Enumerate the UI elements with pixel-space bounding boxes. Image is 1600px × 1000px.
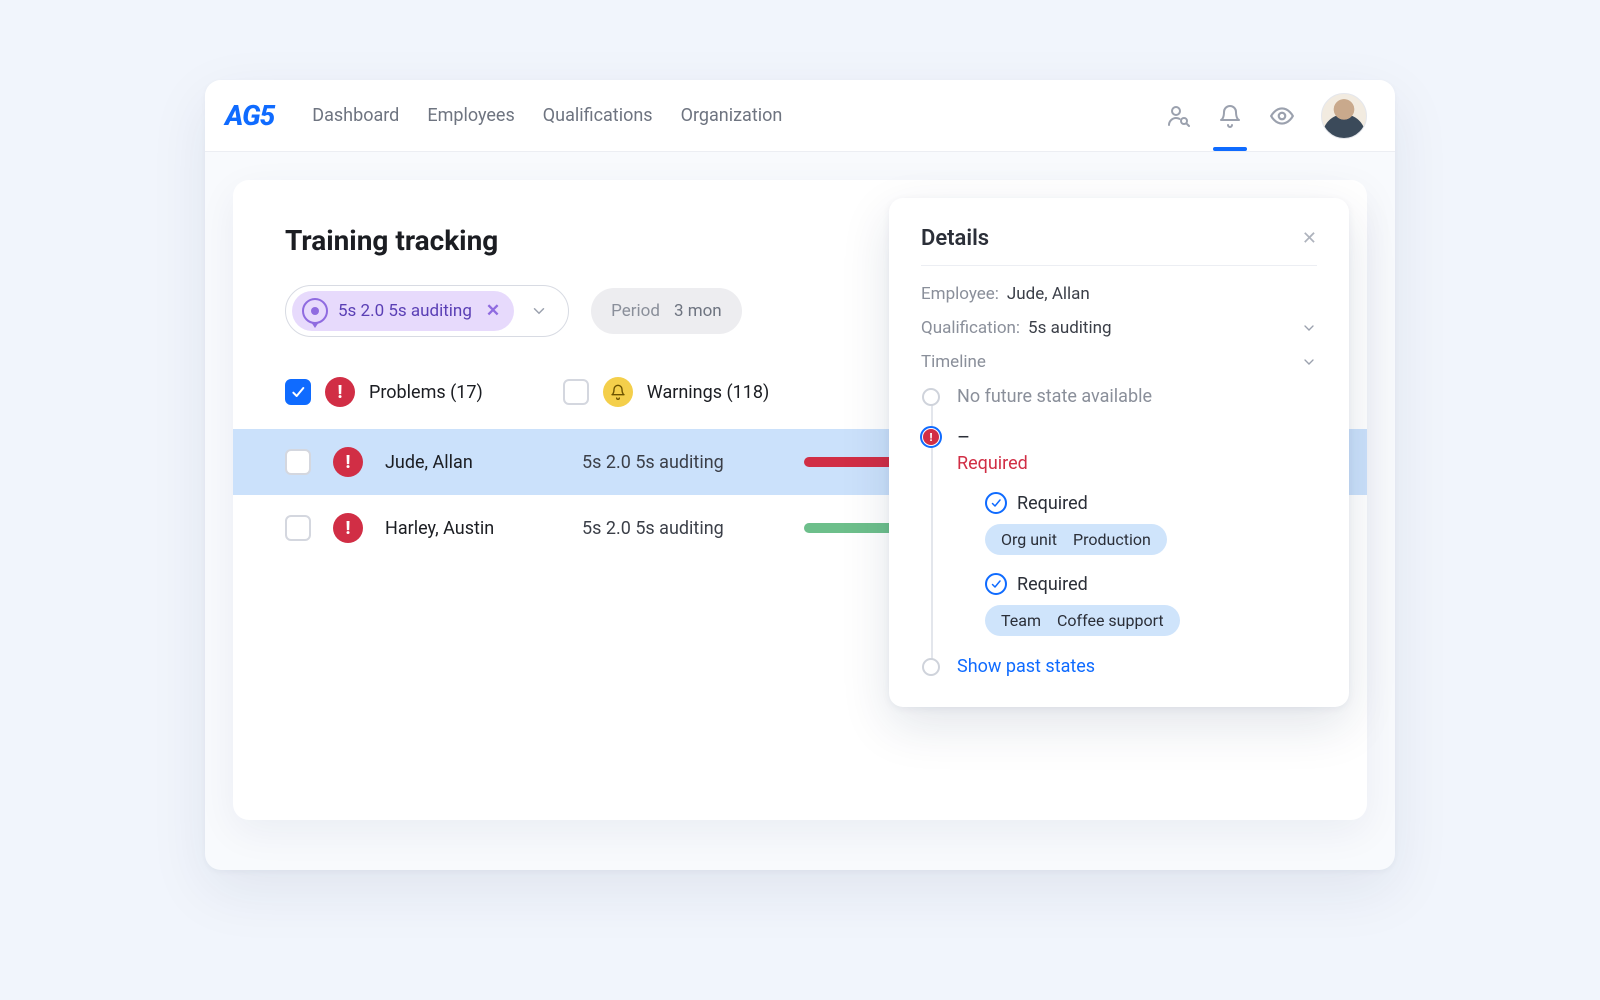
- details-qualification[interactable]: Qualification: 5s auditing: [921, 318, 1317, 338]
- chevron-down-icon[interactable]: [1301, 354, 1317, 370]
- row-name: Jude, Allan: [385, 452, 560, 473]
- row-qual: 5s 2.0 5s auditing: [582, 518, 782, 539]
- qualification-filter[interactable]: 5s 2.0 5s auditing ✕: [285, 285, 569, 337]
- requirement-label: Required: [1017, 493, 1088, 514]
- employee-label: Employee:: [921, 284, 999, 304]
- timeline-node-current: ! – Required Required Org unit Productio: [957, 427, 1317, 636]
- nav-employees[interactable]: Employees: [427, 105, 514, 126]
- period-label: Period: [611, 301, 660, 321]
- employee-value: Jude, Allan: [1007, 284, 1090, 304]
- exclamation-icon: !: [333, 447, 363, 477]
- nav-organization[interactable]: Organization: [681, 105, 783, 126]
- avatar[interactable]: [1321, 93, 1367, 139]
- tag-key: Team: [1001, 611, 1041, 630]
- user-search-icon[interactable]: [1165, 103, 1191, 129]
- tag-pill[interactable]: Org unit Production: [985, 524, 1167, 555]
- top-nav: AG5 Dashboard Employees Qualifications O…: [205, 80, 1395, 152]
- details-title: Details: [921, 226, 989, 251]
- nav-icons: [1165, 93, 1367, 139]
- details-timeline[interactable]: Timeline: [921, 352, 1317, 372]
- problems-checkbox[interactable]: [285, 379, 311, 405]
- exclamation-icon: !: [333, 513, 363, 543]
- status-problems: ! Problems (17): [285, 377, 483, 407]
- nav-links: Dashboard Employees Qualifications Organ…: [312, 105, 1137, 126]
- details-employee: Employee: Jude, Allan: [921, 284, 1317, 304]
- timeline-required-red: Required: [957, 453, 1317, 474]
- row-checkbox[interactable]: [285, 449, 311, 475]
- timeline-node-future: No future state available: [957, 386, 1317, 407]
- main-card: Training tracking 5s 2.0 5s auditing ✕ P…: [233, 180, 1367, 820]
- nav-qualifications[interactable]: Qualifications: [543, 105, 653, 126]
- timeline-dot-icon: [922, 388, 940, 406]
- requirement-block: Required Team Coffee support: [985, 573, 1317, 636]
- exclamation-icon: !: [325, 377, 355, 407]
- timeline-label: Timeline: [921, 352, 986, 372]
- medal-icon: [302, 298, 328, 324]
- bell-badge-icon: [603, 377, 633, 407]
- problems-label: Problems (17): [369, 382, 483, 403]
- warnings-label: Warnings (118): [647, 382, 769, 403]
- timeline-current-dash: –: [957, 427, 1317, 447]
- timeline-alert-icon: !: [920, 426, 942, 448]
- qualification-label: Qualification:: [921, 318, 1020, 338]
- app-window: AG5 Dashboard Employees Qualifications O…: [205, 80, 1395, 870]
- bell-icon[interactable]: [1217, 103, 1243, 129]
- tag-key: Org unit: [1001, 530, 1057, 549]
- chevron-down-icon[interactable]: [1301, 320, 1317, 336]
- qualification-chip: 5s 2.0 5s auditing ✕: [292, 291, 514, 331]
- tag-value: Production: [1073, 530, 1151, 549]
- show-past-states-link[interactable]: Show past states: [957, 656, 1317, 677]
- qualification-value: 5s auditing: [1028, 318, 1112, 338]
- qualification-chip-label: 5s 2.0 5s auditing: [338, 301, 472, 321]
- timeline: No future state available ! – Required R…: [921, 386, 1317, 677]
- check-circle-icon: [985, 573, 1007, 595]
- row-checkbox[interactable]: [285, 515, 311, 541]
- check-circle-icon: [985, 492, 1007, 514]
- remove-chip-icon[interactable]: ✕: [486, 301, 500, 321]
- timeline-dot-icon: [922, 658, 940, 676]
- nav-dashboard[interactable]: Dashboard: [312, 105, 399, 126]
- logo: AG5: [225, 99, 274, 132]
- timeline-node-past: Show past states: [957, 656, 1317, 677]
- details-panel: Details ✕ Employee: Jude, Allan Qualific…: [889, 198, 1349, 707]
- tag-value: Coffee support: [1057, 611, 1164, 630]
- period-value: 3 mon: [674, 301, 722, 321]
- period-filter[interactable]: Period 3 mon: [591, 288, 742, 334]
- warnings-checkbox[interactable]: [563, 379, 589, 405]
- row-qual: 5s 2.0 5s auditing: [582, 452, 782, 473]
- chevron-down-icon[interactable]: [530, 302, 548, 320]
- timeline-future-text: No future state available: [957, 386, 1317, 407]
- row-name: Harley, Austin: [385, 518, 560, 539]
- tag-pill[interactable]: Team Coffee support: [985, 605, 1180, 636]
- close-icon[interactable]: ✕: [1302, 228, 1317, 249]
- requirement-label: Required: [1017, 574, 1088, 595]
- status-warnings: Warnings (118): [563, 377, 769, 407]
- eye-icon[interactable]: [1269, 103, 1295, 129]
- requirement-block: Required Org unit Production: [985, 492, 1317, 555]
